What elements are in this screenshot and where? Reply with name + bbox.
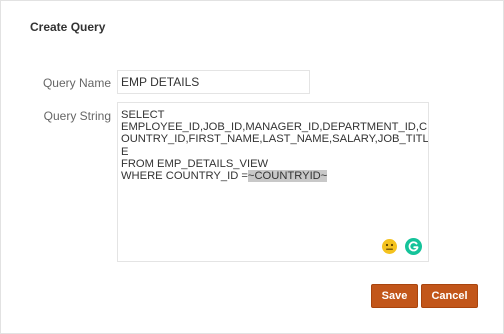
grammarly-icon[interactable]	[405, 238, 422, 255]
query-name-input[interactable]	[117, 70, 310, 94]
dialog-title: Create Query	[30, 20, 106, 34]
query-string-line: FROM EMP_DETAILS_VIEW	[121, 157, 269, 170]
query-string-where-clause: WHERE COUNTRY_ID =	[121, 169, 248, 182]
query-string-line: EMPLOYEE_ID,JOB_ID,MANAGER_ID,DEPARTMENT…	[121, 121, 428, 134]
query-name-label: Query Name	[42, 76, 111, 90]
neutral-face-icon[interactable]	[382, 239, 397, 254]
query-string-line: SELECT	[121, 109, 165, 121]
query-string-textarea[interactable]: SELECT EMPLOYEE_ID,JOB_ID,MANAGER_ID,DEP…	[117, 102, 429, 262]
query-string-last-line: WHERE COUNTRY_ID =~COUNTRYID~	[121, 169, 425, 182]
query-string-line: OUNTRY_ID,FIRST_NAME,LAST_NAME,SALARY,JO…	[121, 133, 429, 146]
query-string-line: E	[121, 145, 129, 158]
query-string-label: Query String	[43, 109, 111, 123]
save-button[interactable]: Save	[371, 284, 418, 308]
create-query-dialog: Create Query Query Name Query String SEL…	[0, 0, 504, 334]
cancel-button[interactable]: Cancel	[421, 284, 478, 308]
query-parameter-highlight: ~COUNTRYID~	[247, 169, 328, 182]
